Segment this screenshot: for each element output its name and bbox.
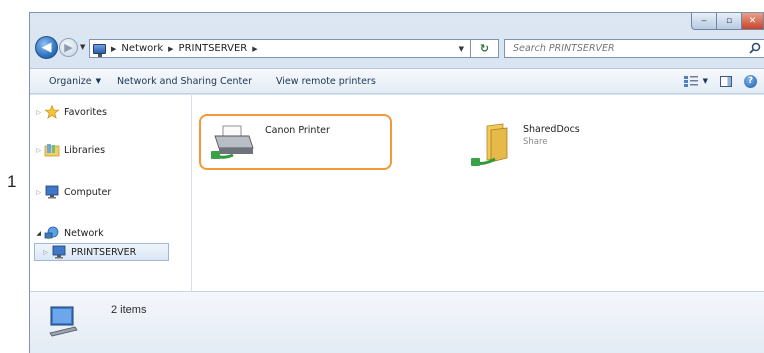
back-arrow-icon: ◀ — [41, 40, 52, 55]
organize-label: Organize — [49, 75, 92, 87]
nav-item-computer[interactable]: ▷ Computer — [30, 183, 111, 201]
address-bar[interactable]: ▶ Network ▶ PRINTSERVER ▶ ▼ ↻ — [89, 39, 499, 58]
help-icon[interactable]: ? — [744, 74, 757, 88]
expand-arrow-icon[interactable]: ▷ — [30, 189, 44, 196]
forward-arrow-icon: ▶ — [64, 41, 73, 54]
file-list: Canon Printer SharedDocs Share — [193, 95, 764, 291]
address-dropdown[interactable]: ▼ — [459, 40, 464, 57]
chevron-right-icon[interactable]: ▶ — [168, 45, 173, 53]
refresh-button[interactable]: ↻ — [470, 39, 498, 58]
expand-arrow-icon[interactable]: ▷ — [30, 147, 44, 154]
computer-icon — [52, 245, 66, 259]
collapse-arrow-icon[interactable]: ◢ — [30, 230, 44, 237]
breadcrumb-network[interactable]: Network — [121, 43, 163, 54]
file-name: Canon Printer — [265, 125, 330, 136]
network-sharing-center-button[interactable]: Network and Sharing Center — [109, 69, 260, 93]
command-bar: Organize ▼ Network and Sharing Center Vi… — [30, 68, 764, 94]
file-subtitle: Share — [523, 137, 548, 147]
nav-item-label: Libraries — [64, 144, 106, 156]
caption-buttons: ‒ ▫ ✕ — [691, 13, 764, 31]
close-button[interactable]: ✕ — [742, 13, 764, 30]
computer-icon — [93, 43, 106, 57]
shared-folder-icon — [471, 123, 508, 166]
nav-item-favorites[interactable]: ▷ Favorites — [30, 103, 107, 121]
nav-item-label: Favorites — [64, 106, 107, 118]
nav-item-label: Network — [64, 227, 104, 239]
nav-item-printserver[interactable]: ▷ PRINTSERVER — [34, 243, 169, 261]
file-name: SharedDocs — [523, 124, 580, 135]
search-box[interactable] — [504, 39, 764, 58]
forward-button[interactable]: ▶ — [59, 38, 78, 57]
nav-item-libraries[interactable]: ▷ Libraries — [30, 141, 105, 159]
change-view-button[interactable]: ▼ — [683, 75, 708, 87]
view-remote-printers-button[interactable]: View remote printers — [268, 69, 384, 93]
toolbar-right: ▼ ? — [683, 69, 764, 93]
recent-pages-dropdown[interactable]: ▼ — [80, 43, 85, 51]
view-remote-printers-label: View remote printers — [276, 75, 376, 87]
back-button[interactable]: ◀ — [35, 36, 58, 59]
computer-icon — [45, 185, 59, 199]
status-bar: 2 items — [30, 291, 764, 353]
minimize-button[interactable]: ‒ — [691, 13, 717, 30]
item-count: 2 items — [111, 304, 147, 316]
chevron-down-icon: ▼ — [95, 77, 101, 85]
nav-item-label: Computer — [64, 186, 112, 198]
address-row: ◀ ▶ ▼ ▶ Network ▶ PRINTSERVER ▶ ▼ ↻ — [30, 33, 764, 63]
chevron-down-icon: ▼ — [702, 77, 708, 85]
organize-button[interactable]: Organize ▼ — [41, 69, 109, 93]
maximize-button[interactable]: ▫ — [717, 13, 742, 30]
search-input[interactable] — [513, 43, 723, 54]
chevron-right-icon[interactable]: ▶ — [111, 45, 116, 53]
navigation-pane: ▷ Favorites ▷ Libraries ▷ Computer ◢ Net… — [30, 95, 192, 291]
file-item-canon-printer[interactable]: Canon Printer — [199, 114, 392, 170]
star-icon — [44, 105, 60, 119]
network-icon — [44, 226, 59, 239]
explorer-window: ‒ ▫ ✕ ◀ ▶ ▼ ▶ Network ▶ PRINTSERVER ▶ ▼ … — [29, 12, 764, 353]
file-text: SharedDocs Share — [523, 124, 580, 147]
views-icon — [683, 75, 698, 87]
expand-arrow-icon[interactable]: ▷ — [30, 109, 44, 116]
step-number: 1 — [7, 172, 17, 191]
search-icon[interactable] — [749, 42, 761, 54]
expand-arrow-icon[interactable]: ▷ — [43, 249, 51, 256]
file-item-shareddocs[interactable]: SharedDocs Share — [471, 122, 631, 174]
nav-item-label: PRINTSERVER — [71, 246, 137, 258]
computer-icon — [49, 306, 78, 337]
preview-pane-icon[interactable] — [720, 75, 732, 87]
libraries-icon — [44, 144, 60, 157]
chevron-right-icon[interactable]: ▶ — [252, 45, 257, 53]
content-area: ▷ Favorites ▷ Libraries ▷ Computer ◢ Net… — [30, 95, 764, 291]
refresh-icon: ↻ — [479, 42, 490, 55]
breadcrumb-printserver[interactable]: PRINTSERVER — [179, 43, 248, 54]
nav-item-network[interactable]: ◢ Network — [30, 224, 104, 242]
printer-icon — [211, 125, 254, 159]
network-sharing-label: Network and Sharing Center — [116, 75, 252, 87]
